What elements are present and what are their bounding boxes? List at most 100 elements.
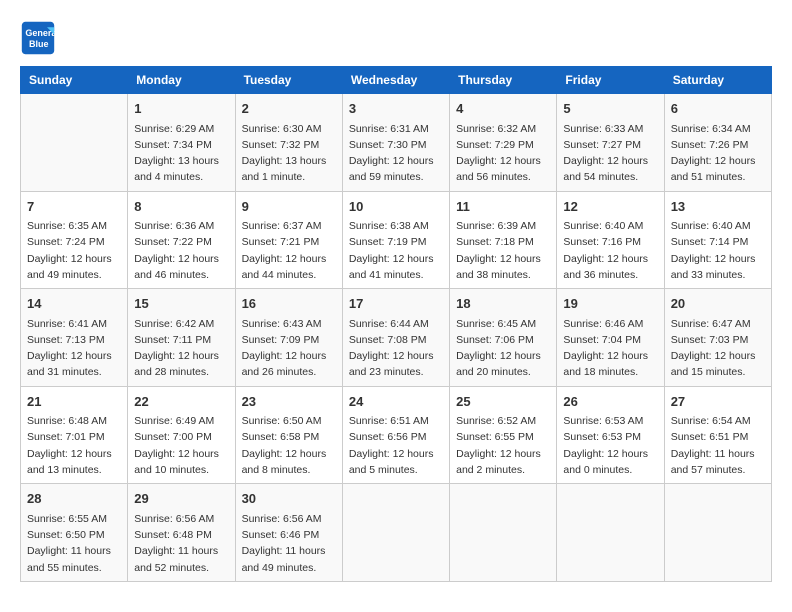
day-info: Sunrise: 6:40 AM Sunset: 7:14 PM Dayligh…: [671, 218, 765, 283]
day-info: Sunrise: 6:37 AM Sunset: 7:21 PM Dayligh…: [242, 218, 336, 283]
day-number: 26: [563, 392, 657, 412]
calendar-cell: [664, 484, 771, 582]
column-header-wednesday: Wednesday: [342, 67, 449, 94]
day-number: 2: [242, 99, 336, 119]
calendar-cell: 25Sunrise: 6:52 AM Sunset: 6:55 PM Dayli…: [450, 386, 557, 484]
calendar-header-row: SundayMondayTuesdayWednesdayThursdayFrid…: [21, 67, 772, 94]
day-number: 10: [349, 197, 443, 217]
day-info: Sunrise: 6:33 AM Sunset: 7:27 PM Dayligh…: [563, 121, 657, 186]
calendar-cell: 24Sunrise: 6:51 AM Sunset: 6:56 PM Dayli…: [342, 386, 449, 484]
day-info: Sunrise: 6:52 AM Sunset: 6:55 PM Dayligh…: [456, 413, 550, 478]
day-info: Sunrise: 6:45 AM Sunset: 7:06 PM Dayligh…: [456, 316, 550, 381]
day-info: Sunrise: 6:31 AM Sunset: 7:30 PM Dayligh…: [349, 121, 443, 186]
calendar-cell: [557, 484, 664, 582]
day-number: 8: [134, 197, 228, 217]
day-number: 28: [27, 489, 121, 509]
day-info: Sunrise: 6:34 AM Sunset: 7:26 PM Dayligh…: [671, 121, 765, 186]
day-info: Sunrise: 6:42 AM Sunset: 7:11 PM Dayligh…: [134, 316, 228, 381]
calendar-week-row: 14Sunrise: 6:41 AM Sunset: 7:13 PM Dayli…: [21, 289, 772, 387]
day-info: Sunrise: 6:30 AM Sunset: 7:32 PM Dayligh…: [242, 121, 336, 186]
calendar-cell: 7Sunrise: 6:35 AM Sunset: 7:24 PM Daylig…: [21, 191, 128, 289]
day-info: Sunrise: 6:54 AM Sunset: 6:51 PM Dayligh…: [671, 413, 765, 478]
calendar-cell: 5Sunrise: 6:33 AM Sunset: 7:27 PM Daylig…: [557, 94, 664, 192]
day-info: Sunrise: 6:53 AM Sunset: 6:53 PM Dayligh…: [563, 413, 657, 478]
column-header-tuesday: Tuesday: [235, 67, 342, 94]
day-number: 13: [671, 197, 765, 217]
calendar-cell: 2Sunrise: 6:30 AM Sunset: 7:32 PM Daylig…: [235, 94, 342, 192]
calendar-cell: 8Sunrise: 6:36 AM Sunset: 7:22 PM Daylig…: [128, 191, 235, 289]
day-info: Sunrise: 6:44 AM Sunset: 7:08 PM Dayligh…: [349, 316, 443, 381]
column-header-thursday: Thursday: [450, 67, 557, 94]
calendar-cell: 6Sunrise: 6:34 AM Sunset: 7:26 PM Daylig…: [664, 94, 771, 192]
day-number: 1: [134, 99, 228, 119]
calendar-week-row: 1Sunrise: 6:29 AM Sunset: 7:34 PM Daylig…: [21, 94, 772, 192]
day-info: Sunrise: 6:40 AM Sunset: 7:16 PM Dayligh…: [563, 218, 657, 283]
day-info: Sunrise: 6:39 AM Sunset: 7:18 PM Dayligh…: [456, 218, 550, 283]
calendar-table: SundayMondayTuesdayWednesdayThursdayFrid…: [20, 66, 772, 582]
day-info: Sunrise: 6:35 AM Sunset: 7:24 PM Dayligh…: [27, 218, 121, 283]
day-number: 17: [349, 294, 443, 314]
column-header-monday: Monday: [128, 67, 235, 94]
day-number: 22: [134, 392, 228, 412]
day-number: 25: [456, 392, 550, 412]
day-info: Sunrise: 6:49 AM Sunset: 7:00 PM Dayligh…: [134, 413, 228, 478]
day-info: Sunrise: 6:51 AM Sunset: 6:56 PM Dayligh…: [349, 413, 443, 478]
day-number: 6: [671, 99, 765, 119]
calendar-cell: 13Sunrise: 6:40 AM Sunset: 7:14 PM Dayli…: [664, 191, 771, 289]
day-number: 24: [349, 392, 443, 412]
day-number: 23: [242, 392, 336, 412]
logo: General Blue: [20, 20, 62, 56]
day-number: 7: [27, 197, 121, 217]
day-number: 4: [456, 99, 550, 119]
calendar-cell: 28Sunrise: 6:55 AM Sunset: 6:50 PM Dayli…: [21, 484, 128, 582]
calendar-cell: 9Sunrise: 6:37 AM Sunset: 7:21 PM Daylig…: [235, 191, 342, 289]
day-number: 19: [563, 294, 657, 314]
day-info: Sunrise: 6:48 AM Sunset: 7:01 PM Dayligh…: [27, 413, 121, 478]
day-info: Sunrise: 6:36 AM Sunset: 7:22 PM Dayligh…: [134, 218, 228, 283]
day-info: Sunrise: 6:55 AM Sunset: 6:50 PM Dayligh…: [27, 511, 121, 576]
day-info: Sunrise: 6:56 AM Sunset: 6:48 PM Dayligh…: [134, 511, 228, 576]
calendar-cell: 14Sunrise: 6:41 AM Sunset: 7:13 PM Dayli…: [21, 289, 128, 387]
day-info: Sunrise: 6:29 AM Sunset: 7:34 PM Dayligh…: [134, 121, 228, 186]
logo-icon: General Blue: [20, 20, 56, 56]
calendar-cell: 19Sunrise: 6:46 AM Sunset: 7:04 PM Dayli…: [557, 289, 664, 387]
day-info: Sunrise: 6:47 AM Sunset: 7:03 PM Dayligh…: [671, 316, 765, 381]
day-info: Sunrise: 6:32 AM Sunset: 7:29 PM Dayligh…: [456, 121, 550, 186]
day-number: 5: [563, 99, 657, 119]
day-info: Sunrise: 6:43 AM Sunset: 7:09 PM Dayligh…: [242, 316, 336, 381]
day-number: 12: [563, 197, 657, 217]
calendar-cell: 20Sunrise: 6:47 AM Sunset: 7:03 PM Dayli…: [664, 289, 771, 387]
calendar-cell: 23Sunrise: 6:50 AM Sunset: 6:58 PM Dayli…: [235, 386, 342, 484]
calendar-cell: 10Sunrise: 6:38 AM Sunset: 7:19 PM Dayli…: [342, 191, 449, 289]
calendar-week-row: 21Sunrise: 6:48 AM Sunset: 7:01 PM Dayli…: [21, 386, 772, 484]
calendar-cell: 26Sunrise: 6:53 AM Sunset: 6:53 PM Dayli…: [557, 386, 664, 484]
day-number: 29: [134, 489, 228, 509]
day-number: 18: [456, 294, 550, 314]
page-header: General Blue: [20, 20, 772, 56]
calendar-cell: [342, 484, 449, 582]
column-header-sunday: Sunday: [21, 67, 128, 94]
day-number: 20: [671, 294, 765, 314]
calendar-cell: 17Sunrise: 6:44 AM Sunset: 7:08 PM Dayli…: [342, 289, 449, 387]
day-number: 11: [456, 197, 550, 217]
day-number: 9: [242, 197, 336, 217]
calendar-cell: 16Sunrise: 6:43 AM Sunset: 7:09 PM Dayli…: [235, 289, 342, 387]
day-info: Sunrise: 6:41 AM Sunset: 7:13 PM Dayligh…: [27, 316, 121, 381]
calendar-cell: 22Sunrise: 6:49 AM Sunset: 7:00 PM Dayli…: [128, 386, 235, 484]
calendar-cell: 1Sunrise: 6:29 AM Sunset: 7:34 PM Daylig…: [128, 94, 235, 192]
day-number: 15: [134, 294, 228, 314]
calendar-cell: 3Sunrise: 6:31 AM Sunset: 7:30 PM Daylig…: [342, 94, 449, 192]
calendar-cell: 4Sunrise: 6:32 AM Sunset: 7:29 PM Daylig…: [450, 94, 557, 192]
calendar-cell: 21Sunrise: 6:48 AM Sunset: 7:01 PM Dayli…: [21, 386, 128, 484]
calendar-week-row: 7Sunrise: 6:35 AM Sunset: 7:24 PM Daylig…: [21, 191, 772, 289]
calendar-cell: 12Sunrise: 6:40 AM Sunset: 7:16 PM Dayli…: [557, 191, 664, 289]
day-info: Sunrise: 6:38 AM Sunset: 7:19 PM Dayligh…: [349, 218, 443, 283]
column-header-saturday: Saturday: [664, 67, 771, 94]
day-info: Sunrise: 6:50 AM Sunset: 6:58 PM Dayligh…: [242, 413, 336, 478]
day-info: Sunrise: 6:56 AM Sunset: 6:46 PM Dayligh…: [242, 511, 336, 576]
day-number: 27: [671, 392, 765, 412]
day-number: 3: [349, 99, 443, 119]
calendar-cell: 15Sunrise: 6:42 AM Sunset: 7:11 PM Dayli…: [128, 289, 235, 387]
column-header-friday: Friday: [557, 67, 664, 94]
calendar-cell: 29Sunrise: 6:56 AM Sunset: 6:48 PM Dayli…: [128, 484, 235, 582]
